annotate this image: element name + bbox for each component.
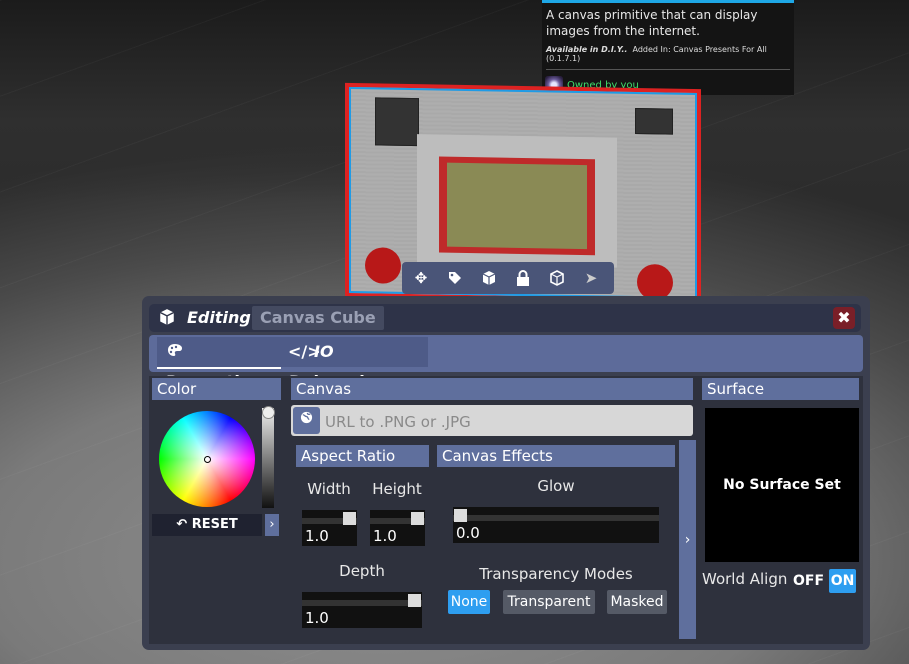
cube-icon[interactable]: [544, 265, 570, 291]
tab-properties[interactable]: Properties: [157, 337, 281, 391]
glow-slider[interactable]: 0.0: [453, 507, 659, 543]
world-align-label: World Align: [702, 570, 788, 588]
width-label: Width: [307, 480, 351, 498]
color-wheel[interactable]: [159, 411, 255, 507]
slider-track: [302, 600, 422, 606]
slider-knob[interactable]: [454, 509, 467, 522]
brightness-handle[interactable]: [262, 406, 275, 419]
mode-transparent-button[interactable]: Transparent: [503, 590, 595, 614]
mode-none-button[interactable]: None: [448, 590, 490, 614]
brightness-slider[interactable]: [262, 406, 275, 508]
undo-icon: ↶: [176, 517, 188, 532]
chevron-right-icon: ›: [684, 531, 691, 548]
aspect-ratio-header: Aspect Ratio: [296, 445, 429, 467]
height-slider[interactable]: 1.0: [370, 510, 425, 546]
color-expand-button[interactable]: ›: [265, 514, 279, 536]
glow-label: Glow: [537, 477, 575, 495]
world-align-off-button[interactable]: OFF: [793, 569, 824, 593]
reset-label: RESET: [191, 517, 238, 532]
cube-icon: [157, 308, 177, 328]
tab-io-debugging[interactable]: </>IO Debugging: [280, 337, 428, 391]
slider-knob[interactable]: [411, 512, 424, 525]
width-slider[interactable]: 1.0: [302, 510, 357, 546]
object-name: Canvas Cube: [252, 306, 384, 330]
height-label: Height: [372, 480, 422, 498]
mode-masked-button[interactable]: Masked: [607, 590, 667, 614]
no-surface-text: No Surface Set: [723, 477, 841, 493]
height-value: 1.0: [373, 527, 397, 545]
tooltip-description: A canvas primitive that can display imag…: [546, 8, 758, 38]
pointer-icon[interactable]: ➤: [578, 265, 604, 291]
surface-preview[interactable]: No Surface Set: [705, 408, 859, 562]
move-icon[interactable]: ✥: [408, 265, 434, 291]
reset-button[interactable]: ↶ RESET: [152, 514, 262, 536]
tab-bar: Properties </>IO Debugging: [149, 335, 863, 391]
glow-value: 0.0: [456, 524, 480, 542]
transparency-modes-label: Transparency Modes: [479, 565, 633, 583]
panel-title: Editing: [187, 308, 251, 327]
device-screen: [439, 156, 595, 256]
available-label: Available in D.I.Y..: [546, 45, 628, 54]
canvas-header: Canvas: [291, 378, 693, 400]
code-icon: </>: [288, 342, 321, 361]
close-button[interactable]: ✖: [833, 307, 855, 329]
depth-label: Depth: [339, 562, 385, 580]
slider-track: [453, 515, 659, 521]
color-header: Color: [152, 378, 281, 400]
effects-expand-button[interactable]: ›: [679, 440, 696, 639]
slider-knob[interactable]: [408, 594, 421, 607]
surface-header: Surface: [702, 378, 859, 400]
device-button-left: [365, 247, 401, 284]
tooltip-meta: Available in D.I.Y.. Added In: Canvas Pr…: [542, 39, 794, 63]
device-block-left: [375, 97, 419, 147]
depth-value: 1.0: [305, 609, 329, 627]
url-input[interactable]: [323, 405, 687, 438]
color-picker-handle[interactable]: [204, 456, 211, 463]
globe-icon: [293, 407, 320, 434]
device-block-right: [635, 107, 673, 135]
tag-icon[interactable]: [442, 265, 468, 291]
world-align-on-button[interactable]: ON: [829, 569, 856, 593]
palette-icon: [165, 337, 185, 367]
panel-titlebar: Editing Canvas Cube ✖: [149, 304, 861, 332]
item-tooltip: A canvas primitive that can display imag…: [542, 0, 794, 95]
canvas-effects-header: Canvas Effects: [437, 445, 675, 467]
width-value: 1.0: [305, 527, 329, 545]
url-field: [291, 405, 693, 438]
lock-icon[interactable]: [510, 265, 536, 291]
gizmo-toolbar: ✥ ➤: [402, 262, 614, 294]
depth-slider[interactable]: 1.0: [302, 592, 422, 628]
slider-knob[interactable]: [343, 512, 356, 525]
box-icon[interactable]: [476, 265, 502, 291]
